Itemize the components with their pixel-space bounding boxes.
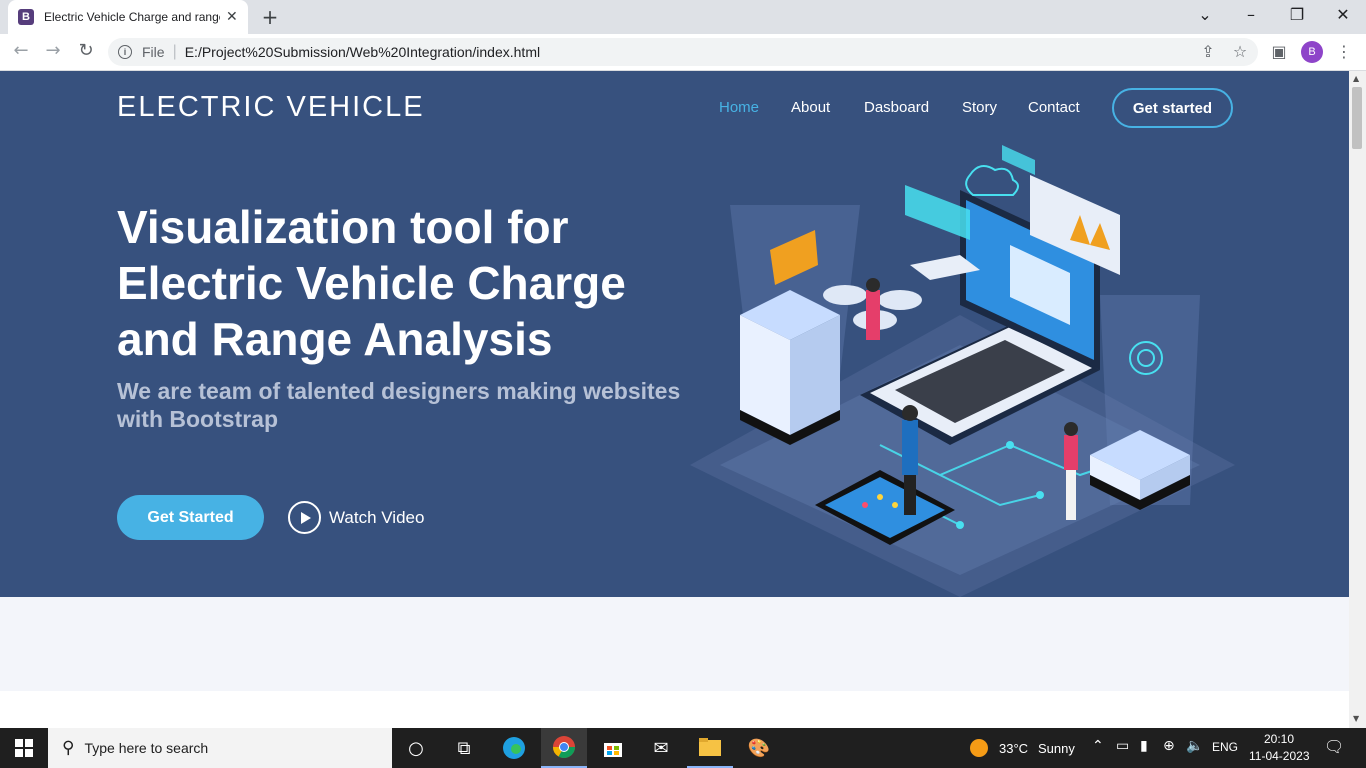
taskbar-search-box[interactable]: ⚲ Type here to search: [48, 728, 392, 768]
page-viewport: ELECTRIC VEHICLE Home About Dasboard Sto…: [0, 71, 1349, 728]
language-indicator[interactable]: ENG: [1212, 740, 1238, 754]
url-scheme: File: [142, 44, 165, 60]
store-icon[interactable]: [590, 728, 636, 768]
section-band: [0, 597, 1349, 691]
side-panel-icon[interactable]: ▣: [1268, 42, 1290, 61]
restore-icon[interactable]: ❐: [1283, 5, 1311, 24]
back-arrow-icon[interactable]: ←: [9, 40, 33, 61]
clock-date[interactable]: 11-04-2023: [1249, 749, 1310, 763]
weather-sun-icon[interactable]: [969, 738, 989, 762]
search-placeholder: Type here to search: [84, 740, 209, 756]
hero-subtitle: We are team of talented designers making…: [117, 378, 681, 432]
task-view-icon[interactable]: ⧉: [441, 728, 487, 768]
window-close-icon[interactable]: ✕: [1329, 5, 1357, 24]
get-started-nav-button[interactable]: Get started: [1112, 88, 1233, 128]
scrollbar-thumb[interactable]: [1352, 87, 1362, 149]
notifications-icon[interactable]: 🗨: [1324, 737, 1344, 756]
vertical-scrollbar[interactable]: ▲ ▼: [1349, 71, 1366, 728]
chrome-icon[interactable]: [541, 728, 587, 768]
mail-icon[interactable]: ✉: [638, 728, 684, 768]
network-globe-icon[interactable]: ⊕: [1163, 738, 1175, 754]
volume-icon[interactable]: 🔈: [1186, 738, 1203, 754]
paint-icon[interactable]: 🎨: [736, 728, 782, 768]
file-explorer-icon[interactable]: [687, 728, 733, 768]
share-icon[interactable]: ⇪: [1197, 42, 1219, 61]
close-icon[interactable]: ✕: [226, 9, 238, 25]
scroll-down-icon[interactable]: ▼: [1353, 714, 1359, 723]
watch-video-link[interactable]: Watch Video: [288, 501, 424, 534]
watch-video-label: Watch Video: [329, 507, 425, 527]
nav-story[interactable]: Story: [962, 99, 997, 116]
weather-temperature[interactable]: 33°C: [999, 741, 1028, 756]
chevron-down-icon[interactable]: ⌄: [1191, 5, 1219, 24]
hero-illustration: [690, 145, 1235, 597]
nav-contact[interactable]: Contact: [1028, 99, 1080, 116]
nav-home[interactable]: Home: [719, 99, 759, 116]
get-started-button[interactable]: Get Started: [117, 495, 264, 540]
battery-icon[interactable]: ▮: [1140, 738, 1148, 754]
hero-title: Visualization tool for Electric Vehicle …: [117, 201, 626, 365]
scroll-up-icon[interactable]: ▲: [1353, 74, 1359, 83]
search-icon: ⚲: [62, 738, 75, 757]
taskbar: ⚲ Type here to search ○ ⧉ ✉ 🎨 33°C Sunny…: [0, 728, 1366, 768]
profile-avatar[interactable]: B: [1301, 41, 1323, 63]
address-bar[interactable]: i File | E:/Project%20Submission/Web%20I…: [108, 38, 1258, 66]
forward-arrow-icon[interactable]: →: [41, 40, 65, 61]
cortana-icon[interactable]: ○: [393, 728, 439, 768]
windows-start-icon[interactable]: [0, 728, 48, 768]
browser-tab[interactable]: B Electric Vehicle Charge and range ✕: [8, 0, 248, 34]
url-text[interactable]: E:/Project%20Submission/Web%20Integratio…: [185, 44, 540, 60]
minimize-icon[interactable]: –: [1237, 5, 1265, 24]
info-icon[interactable]: i: [118, 45, 132, 59]
more-menu-icon[interactable]: ⋮: [1333, 42, 1355, 61]
chevron-up-icon[interactable]: ⌃: [1092, 738, 1104, 754]
play-icon: [288, 501, 321, 534]
tab-title: Electric Vehicle Charge and range: [44, 10, 220, 24]
site-logo[interactable]: ELECTRIC VEHICLE: [117, 91, 425, 124]
url-separator: |: [172, 43, 177, 60]
meet-now-icon[interactable]: ▭: [1116, 738, 1129, 754]
tab-strip: B Electric Vehicle Charge and range ✕ + …: [0, 0, 1366, 34]
star-bookmark-icon[interactable]: ☆: [1229, 42, 1251, 61]
clock-time[interactable]: 20:10: [1264, 732, 1294, 746]
browser-toolbar: ← → ↻ i File | E:/Project%20Submission/W…: [0, 34, 1366, 71]
edge-icon[interactable]: [491, 728, 537, 768]
new-tab-plus-icon[interactable]: +: [258, 5, 282, 29]
bootstrap-favicon-icon: B: [18, 9, 34, 25]
hero-section: ELECTRIC VEHICLE Home About Dasboard Sto…: [0, 71, 1349, 597]
nav-about[interactable]: About: [791, 99, 830, 116]
nav-dashboard[interactable]: Dasboard: [864, 99, 929, 116]
reload-icon[interactable]: ↻: [74, 40, 98, 61]
weather-condition[interactable]: Sunny: [1038, 741, 1075, 756]
